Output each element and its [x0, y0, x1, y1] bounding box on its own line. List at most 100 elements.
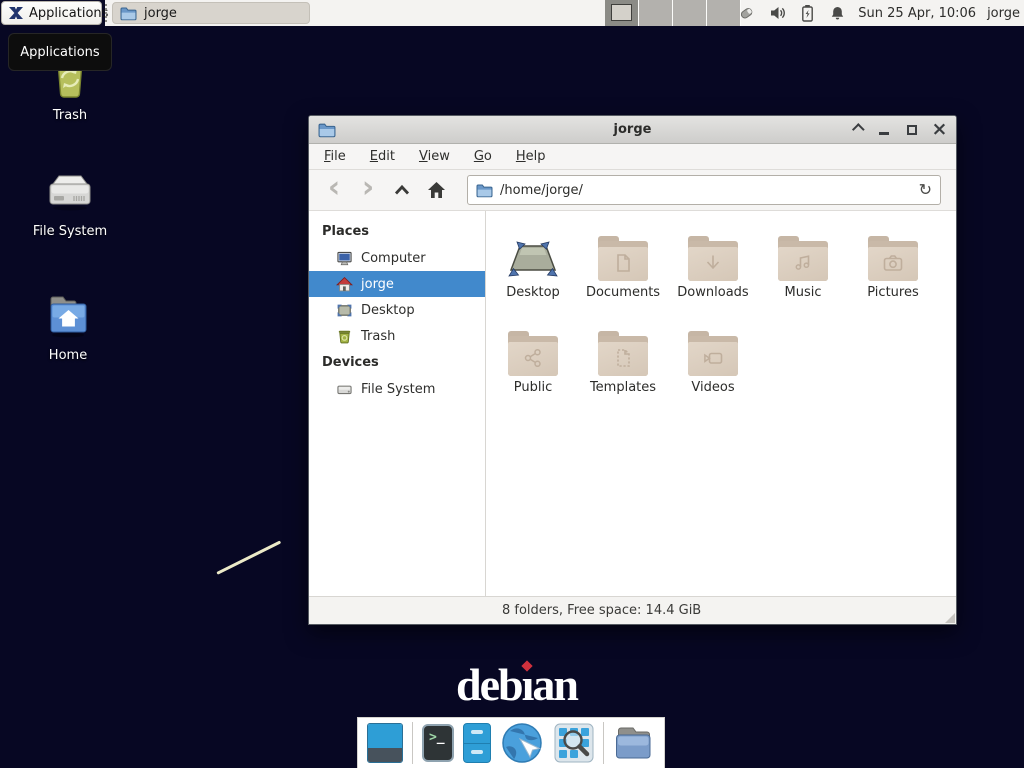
trash-icon	[336, 328, 353, 345]
battery-icon[interactable]	[798, 4, 817, 23]
show-desktop-icon-bottom	[368, 748, 402, 763]
places-header: Places	[309, 218, 485, 245]
desktop-icon-home[interactable]: Home	[16, 290, 120, 363]
up-button[interactable]	[385, 174, 419, 206]
logo-text: deb	[456, 659, 522, 710]
sidebar-item-trash[interactable]: Trash	[309, 323, 485, 349]
workspace-3[interactable]	[673, 0, 707, 26]
home-icon	[426, 180, 447, 200]
menu-file[interactable]: File	[312, 144, 358, 169]
sidebar-item-desktop[interactable]: Desktop	[309, 297, 485, 323]
panel-username: jorge	[987, 6, 1020, 21]
menubar: File Edit View Go Help	[309, 144, 956, 170]
workspace-2[interactable]	[639, 0, 673, 26]
show-desktop-icon	[368, 724, 402, 748]
camera-glyph	[882, 252, 905, 274]
panel-clock[interactable]: Sun 25 Apr, 10:06	[858, 6, 976, 21]
xfce-logo-icon	[8, 5, 24, 21]
file-manager-window: jorge × File Edit View Go Help ‹ ›	[308, 115, 957, 625]
template-glyph	[612, 347, 634, 369]
file-tile-downloads[interactable]: Downloads	[668, 225, 758, 320]
computer-icon	[336, 250, 353, 267]
workspace-1[interactable]	[605, 0, 639, 26]
desktop-icon-label: File System	[18, 224, 122, 239]
location-bar[interactable]: ↻	[467, 175, 941, 205]
menu-go[interactable]: Go	[462, 144, 504, 169]
window-content: Places Computer	[309, 211, 956, 596]
close-button[interactable]: ×	[932, 122, 947, 137]
top-panel: Applications jorge	[0, 0, 1024, 26]
file-manager-launcher[interactable]	[463, 723, 491, 763]
minimize-icon	[879, 125, 889, 135]
folder-icon	[688, 241, 738, 281]
desktop-icon	[506, 235, 560, 281]
folder-icon	[868, 241, 918, 281]
maximize-button[interactable]	[904, 122, 919, 137]
mouse-pointer-tray-icon[interactable]	[738, 4, 757, 23]
logo-i-diamond: ı	[522, 658, 533, 711]
window-titlebar[interactable]: jorge ×	[309, 116, 956, 144]
tooltip-text: Applications	[20, 45, 99, 60]
statusbar-text: 8 folders, Free space: 14.4 GiB	[502, 603, 701, 618]
download-arrow-glyph	[702, 252, 724, 274]
file-tile-music[interactable]: Music	[758, 225, 848, 320]
video-camera-glyph	[702, 347, 725, 369]
sidebar-item-label: Computer	[361, 251, 426, 266]
file-tile-pictures[interactable]: Pictures	[848, 225, 938, 320]
desktop-icon-filesystem[interactable]: File System	[18, 168, 122, 239]
sidebar-item-filesystem[interactable]: File System	[309, 376, 485, 402]
file-tile-desktop[interactable]: Desktop	[488, 225, 578, 320]
maximize-icon	[907, 125, 917, 135]
folder-icon	[598, 336, 648, 376]
file-label: Pictures	[848, 285, 938, 300]
back-button[interactable]: ‹	[317, 174, 351, 206]
folder-icon	[688, 336, 738, 376]
forward-button[interactable]: ›	[351, 174, 385, 206]
file-tile-videos[interactable]: Videos	[668, 320, 758, 415]
folder-icon	[476, 183, 493, 198]
bottom-dock: >_	[357, 717, 665, 768]
sidebar: Places Computer	[309, 211, 486, 596]
taskbar-window-button[interactable]: jorge	[112, 2, 310, 24]
directory-menu-launcher[interactable]	[613, 724, 655, 762]
file-label: Documents	[578, 285, 668, 300]
menu-help[interactable]: Help	[504, 144, 558, 169]
harddrive-icon	[336, 381, 353, 398]
file-tile-public[interactable]: Public	[488, 320, 578, 415]
shade-button[interactable]	[848, 122, 863, 137]
home-button[interactable]	[419, 174, 453, 206]
resize-grip[interactable]	[945, 613, 955, 623]
logo-text: an	[532, 659, 577, 710]
applications-menu-label: Applications	[29, 6, 108, 21]
terminal-icon: >_	[429, 730, 445, 760]
home-folder-icon	[44, 290, 92, 340]
file-tile-documents[interactable]: Documents	[578, 225, 668, 320]
workspace-window-thumb	[611, 4, 632, 21]
minimize-button[interactable]	[876, 122, 891, 137]
web-browser-launcher[interactable]	[500, 721, 545, 766]
sidebar-item-label: jorge	[361, 277, 394, 292]
workspace-4[interactable]	[707, 0, 741, 26]
menu-view[interactable]: View	[407, 144, 462, 169]
show-desktop-button[interactable]	[367, 723, 403, 763]
menu-edit[interactable]: Edit	[358, 144, 407, 169]
app-finder-launcher[interactable]	[554, 723, 594, 763]
notification-bell-icon[interactable]	[828, 4, 847, 23]
volume-icon[interactable]	[768, 4, 787, 23]
reload-button[interactable]: ↻	[919, 182, 932, 198]
desktop-icon-label: Trash	[18, 108, 122, 123]
file-label: Public	[488, 380, 578, 395]
file-tile-templates[interactable]: Templates	[578, 320, 668, 415]
sidebar-item-jorge[interactable]: jorge	[309, 271, 485, 297]
globe-icon	[500, 721, 545, 766]
applications-menu-button[interactable]: Applications	[1, 1, 102, 25]
sidebar-item-computer[interactable]: Computer	[309, 245, 485, 271]
panel-drag-handle[interactable]	[105, 4, 110, 22]
terminal-launcher[interactable]: >_	[422, 724, 454, 762]
panel-tray: Sun 25 Apr, 10:06 jorge	[738, 0, 1020, 26]
folder-icon	[613, 724, 655, 762]
sidebar-item-label: Trash	[361, 329, 395, 344]
folder-icon	[508, 336, 558, 376]
taskbar-window-label: jorge	[144, 6, 177, 21]
path-input[interactable]	[500, 183, 912, 198]
